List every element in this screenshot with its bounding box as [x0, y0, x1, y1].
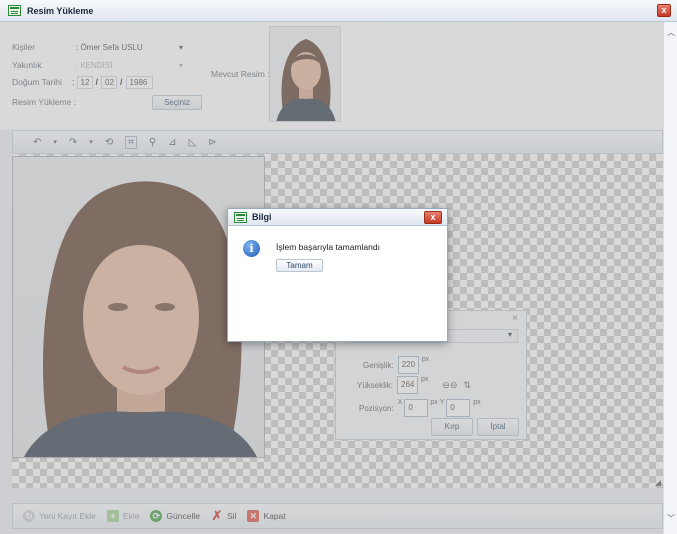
dialog-window-icon [234, 211, 247, 223]
ok-button[interactable]: Tamam [276, 259, 323, 272]
dialog-close-button[interactable]: x [424, 211, 442, 224]
dialog-title: Bilgi [252, 212, 272, 222]
info-icon: i [243, 240, 260, 257]
dialog-message: İşlem başarıyla tamamlandı [276, 242, 380, 252]
window-titlebar: Resim Yükleme x [0, 0, 677, 22]
window-close-button[interactable]: x [657, 4, 671, 17]
window-title: Resim Yükleme [27, 5, 94, 16]
window-icon [8, 5, 21, 16]
vertical-scrollbar[interactable]: ︿ ﹀ [663, 22, 677, 534]
dialog-titlebar: Bilgi x [228, 209, 447, 226]
info-dialog: Bilgi x i İşlem başarıyla tamamlandı Tam… [227, 208, 448, 342]
chevron-down-icon[interactable]: ﹀ [664, 512, 677, 526]
chevron-up-icon[interactable]: ︿ [664, 26, 677, 40]
